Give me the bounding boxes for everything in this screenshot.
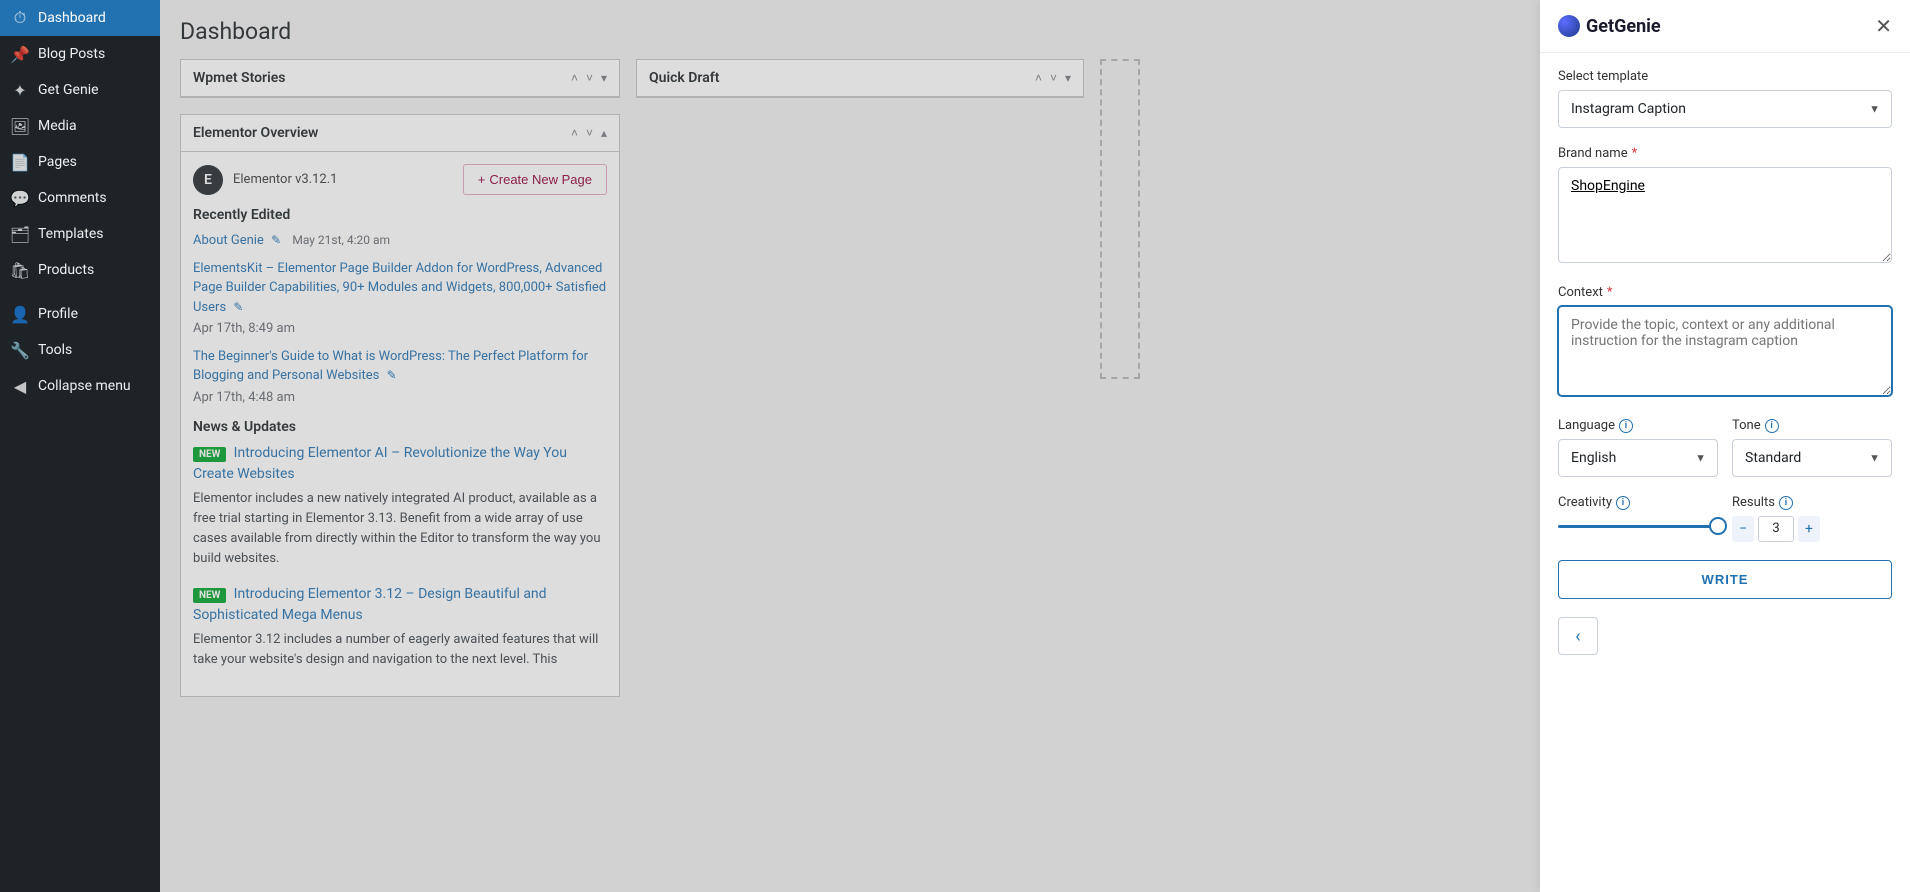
sidebar-item-comments[interactable]: 💬 Comments xyxy=(0,180,160,216)
collapse-icon: ◀ xyxy=(10,376,30,396)
template-select[interactable]: Instagram Caption xyxy=(1558,90,1892,128)
brand-text: GetGenie xyxy=(1586,16,1661,37)
language-select[interactable]: English xyxy=(1558,439,1718,477)
template-label: Select template xyxy=(1558,69,1892,84)
comment-icon: 💬 xyxy=(10,188,30,208)
sidebar-item-dashboard[interactable]: ⏱ Dashboard xyxy=(0,0,160,36)
getgenie-brand: GetGenie xyxy=(1558,15,1661,37)
info-icon[interactable]: i xyxy=(1779,496,1793,510)
creativity-slider[interactable] xyxy=(1558,516,1718,536)
media-icon: 🖼 xyxy=(10,116,30,136)
tone-select[interactable]: Standard xyxy=(1732,439,1892,477)
getgenie-logo-icon xyxy=(1558,15,1580,37)
sidebar-item-label: Products xyxy=(38,262,94,278)
sidebar-item-label: Media xyxy=(38,118,77,134)
info-icon[interactable]: i xyxy=(1619,419,1633,433)
sidebar-item-tools[interactable]: 🔧 Tools xyxy=(0,332,160,368)
sidebar-item-products[interactable]: 🛍 Products xyxy=(0,252,160,288)
results-label: Results i xyxy=(1732,495,1892,510)
sidebar-item-collapse[interactable]: ◀ Collapse menu xyxy=(0,368,160,404)
profile-icon: 👤 xyxy=(10,304,30,324)
sidebar-item-get-genie[interactable]: ✦ Get Genie xyxy=(0,72,160,108)
info-icon[interactable]: i xyxy=(1765,419,1779,433)
tone-label: Tone i xyxy=(1732,418,1892,433)
back-button[interactable]: ‹ xyxy=(1558,617,1598,655)
sidebar-item-label: Profile xyxy=(38,306,78,322)
creativity-label: Creativity i xyxy=(1558,495,1718,510)
brand-name-input[interactable] xyxy=(1558,167,1892,263)
sidebar-item-pages[interactable]: 📄 Pages xyxy=(0,144,160,180)
page-icon: 📄 xyxy=(10,152,30,172)
sidebar-item-profile[interactable]: 👤 Profile xyxy=(0,296,160,332)
sidebar-item-label: Tools xyxy=(38,342,72,358)
pin-icon: 📌 xyxy=(10,44,30,64)
sidebar-item-label: Templates xyxy=(38,226,104,242)
genie-icon: ✦ xyxy=(10,80,30,100)
sidebar-item-templates[interactable]: 🗂 Templates xyxy=(0,216,160,252)
sidebar-item-blog-posts[interactable]: 📌 Blog Posts xyxy=(0,36,160,72)
sidebar-item-label: Dashboard xyxy=(38,10,106,26)
products-icon: 🛍 xyxy=(10,260,30,280)
templates-icon: 🗂 xyxy=(10,224,30,244)
results-value[interactable]: 3 xyxy=(1758,516,1794,542)
close-button[interactable]: ✕ xyxy=(1875,14,1892,38)
sidebar-item-label: Collapse menu xyxy=(38,378,131,394)
sidebar-item-label: Pages xyxy=(38,154,77,170)
slider-thumb[interactable] xyxy=(1709,517,1727,535)
decrement-button[interactable]: − xyxy=(1732,516,1754,542)
tools-icon: 🔧 xyxy=(10,340,30,360)
sidebar-item-label: Get Genie xyxy=(38,82,99,98)
write-button[interactable]: WRITE xyxy=(1558,560,1892,599)
brand-name-label: Brand name * xyxy=(1558,146,1892,161)
context-label: Context * xyxy=(1558,285,1892,300)
context-input[interactable] xyxy=(1558,306,1892,396)
language-label: Language i xyxy=(1558,418,1718,433)
increment-button[interactable]: + xyxy=(1798,516,1820,542)
sidebar-item-media[interactable]: 🖼 Media xyxy=(0,108,160,144)
sidebar-item-label: Blog Posts xyxy=(38,46,105,62)
getgenie-panel: GetGenie ✕ Select template Instagram Cap… xyxy=(1540,0,1910,892)
dashboard-icon: ⏱ xyxy=(10,8,30,28)
admin-sidebar: ⏱ Dashboard 📌 Blog Posts ✦ Get Genie 🖼 Media… xyxy=(0,0,160,892)
sidebar-item-label: Comments xyxy=(38,190,107,206)
info-icon[interactable]: i xyxy=(1616,496,1630,510)
